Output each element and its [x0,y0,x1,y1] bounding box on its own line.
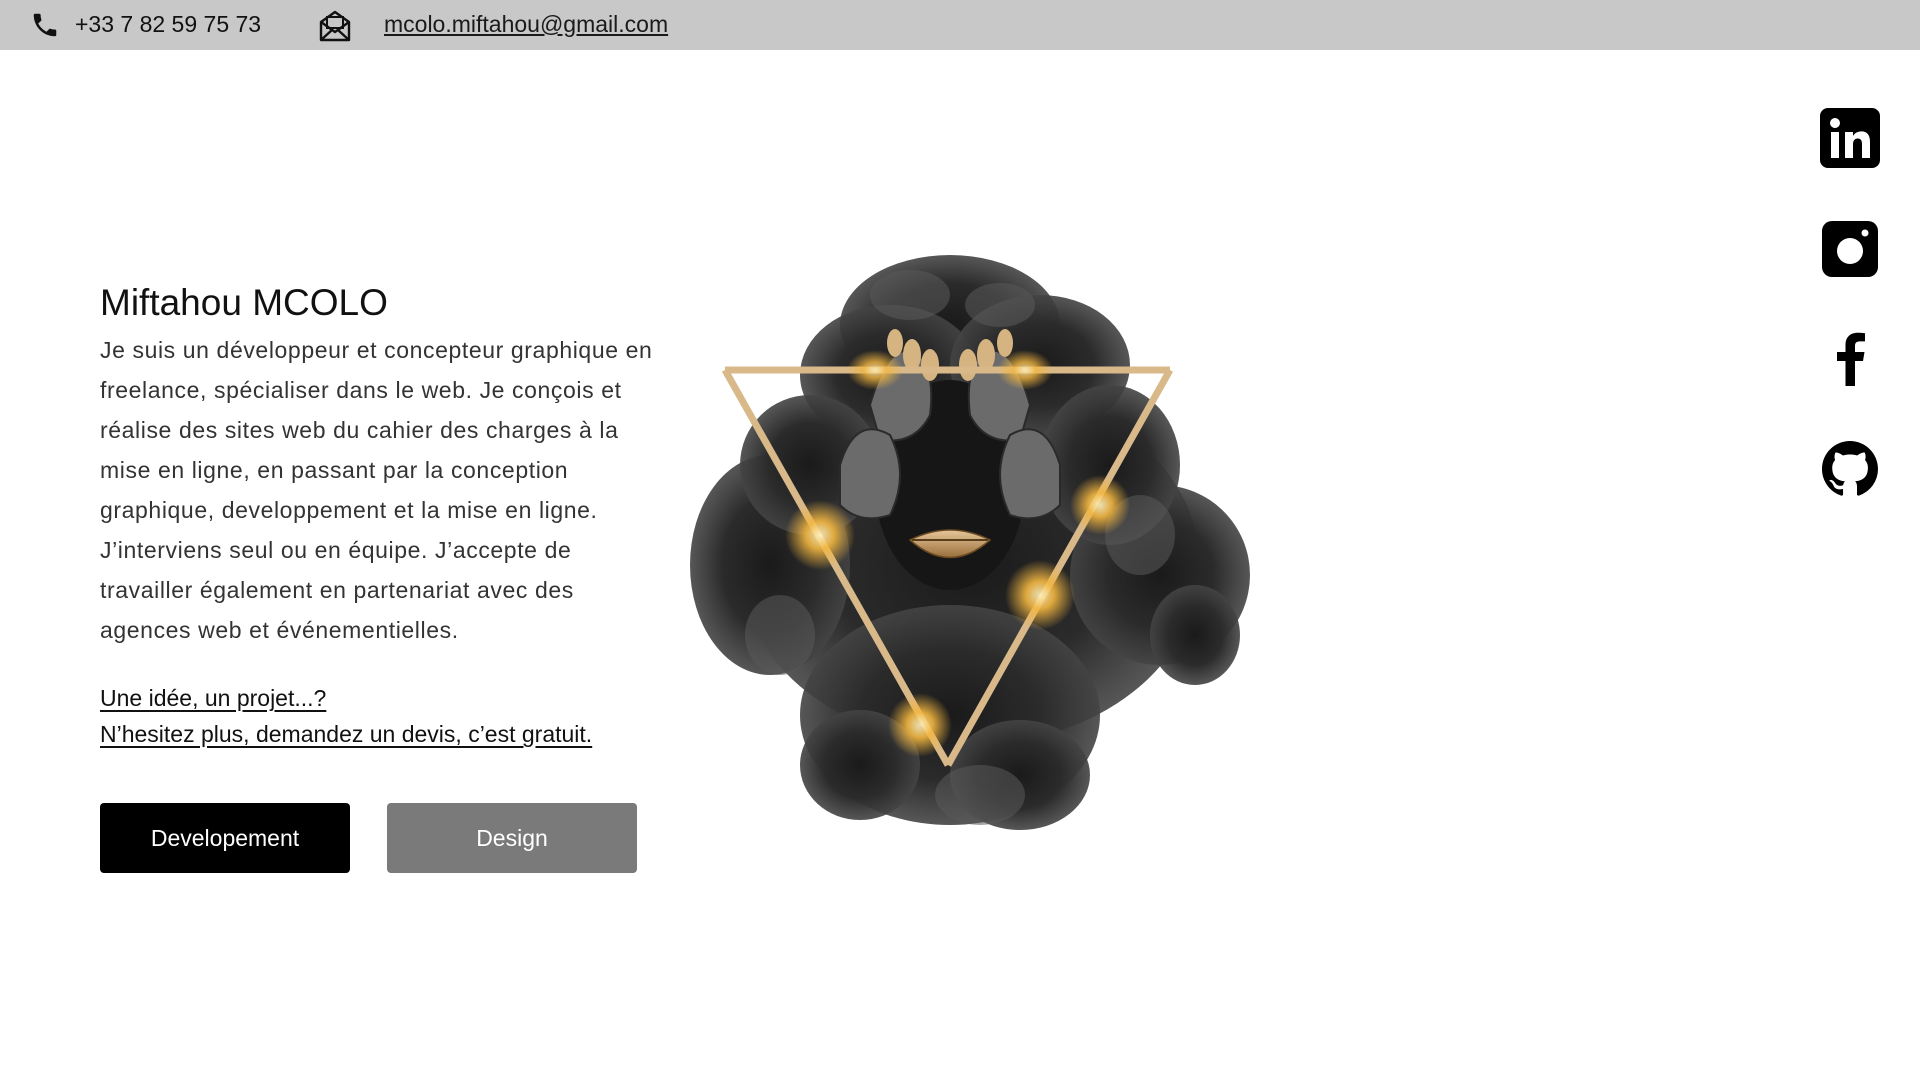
github-icon [1822,441,1878,496]
github-link[interactable] [1818,437,1882,501]
design-button[interactable]: Design [387,803,637,873]
hero-artwork [690,255,1250,830]
linkedin-icon [1820,108,1880,168]
bio-text: Je suis un développeur et concepteur gra… [100,337,653,643]
mail-icon [319,10,351,42]
phone-icon [33,13,57,37]
page-title: Miftahou MCOLO [100,282,388,323]
cta-link-project[interactable]: Une idée, un projet...? [100,680,326,716]
development-button[interactable]: Developement [100,803,350,873]
instagram-icon [1822,221,1878,277]
cta-link-quote[interactable]: N’hesitez plus, demandez un devis, c’est… [100,716,592,752]
instagram-link[interactable] [1818,217,1882,281]
cta-block: Une idée, un projet...? N’hesitez plus, … [100,680,592,752]
facebook-link[interactable] [1818,326,1882,390]
contact-bar: +33 7 82 59 75 73 mcolo.miftahou@gmail.c… [0,0,1920,50]
linkedin-link[interactable] [1818,106,1882,170]
facebook-icon [1837,332,1865,386]
phone-number[interactable]: +33 7 82 59 75 73 [75,11,261,38]
email-link[interactable]: mcolo.miftahou@gmail.com [384,11,668,38]
